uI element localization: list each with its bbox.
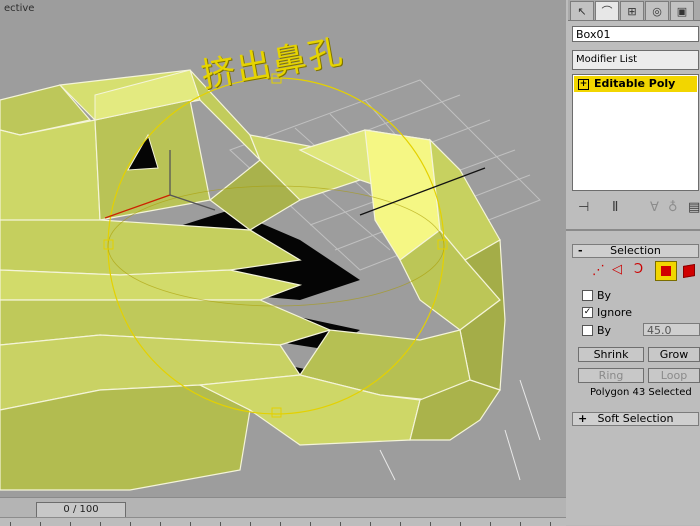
remove-modifier-icon[interactable]: ♁ bbox=[668, 200, 678, 215]
edge-icon[interactable]: ◁ bbox=[612, 262, 622, 277]
soft-selection-title: Soft Selection bbox=[597, 412, 674, 425]
pin-stack-icon[interactable]: ⊣ bbox=[578, 200, 589, 215]
stack-item-editable-poly[interactable]: + Editable Poly bbox=[574, 76, 697, 92]
configure-sets-icon[interactable]: ▤ bbox=[688, 200, 700, 215]
modifier-list-dropdown[interactable]: Modifier List bbox=[572, 50, 699, 70]
loop-button[interactable]: Loop bbox=[648, 368, 700, 383]
collapse-icon: - bbox=[578, 244, 583, 257]
hierarchy-icon[interactable]: ⊞ bbox=[620, 1, 644, 21]
by-angle-checkbox[interactable] bbox=[582, 325, 593, 336]
expand-icon: + bbox=[578, 412, 588, 425]
time-slider[interactable]: 0 / 100 bbox=[0, 497, 566, 526]
soft-selection-rollout-header[interactable]: + Soft Selection bbox=[572, 412, 699, 426]
border-icon[interactable]: Ↄ bbox=[634, 262, 643, 277]
by-vertex-checkbox[interactable] bbox=[582, 290, 593, 301]
command-tabs: ↖ ⌒ ⊞ ◎ ▣ bbox=[568, 0, 700, 21]
show-end-result-icon[interactable]: Ⅱ bbox=[612, 200, 618, 215]
selection-status: Polygon 43 Selected bbox=[590, 387, 692, 398]
display-icon[interactable]: ▣ bbox=[670, 1, 694, 21]
selection-title: Selection bbox=[610, 244, 661, 257]
vertex-icon[interactable]: ⋰ bbox=[592, 263, 605, 278]
select-arrow-icon[interactable]: ↖ bbox=[570, 1, 594, 21]
selection-rollout-header[interactable]: - Selection bbox=[572, 244, 699, 258]
perspective-viewport[interactable]: ective 挤出鼻孔 bbox=[0, 0, 567, 497]
make-unique-icon[interactable]: ∀ bbox=[650, 200, 659, 215]
by-angle-label: By bbox=[597, 324, 612, 337]
divider bbox=[566, 229, 700, 231]
element-icon[interactable] bbox=[683, 263, 695, 279]
by-vertex-label: By bbox=[597, 289, 612, 302]
ring-button[interactable]: Ring bbox=[578, 368, 644, 383]
modifier-stack[interactable]: + Editable Poly bbox=[572, 74, 699, 191]
angle-spinner[interactable]: 45.0 bbox=[643, 323, 700, 337]
ignore-backfacing-checkbox[interactable]: ✓ bbox=[582, 307, 593, 318]
grow-button[interactable]: Grow bbox=[648, 347, 700, 362]
motion-icon[interactable]: ◎ bbox=[645, 1, 669, 21]
stack-item-label: Editable Poly bbox=[594, 77, 676, 90]
viewport-label[interactable]: ective bbox=[4, 3, 34, 14]
modify-icon[interactable]: ⌒ bbox=[595, 1, 619, 21]
stack-toolbar: ⊣ Ⅱ ∀ ♁ ▤ bbox=[572, 198, 700, 218]
command-panel: ↖ ⌒ ⊞ ◎ ▣ Box01 Modifier List + Editable… bbox=[566, 0, 700, 525]
shrink-button[interactable]: Shrink bbox=[578, 347, 644, 362]
expand-icon[interactable]: + bbox=[578, 79, 589, 90]
polygon-icon[interactable] bbox=[655, 261, 677, 281]
ignore-backfacing-label: Ignore bbox=[597, 306, 632, 319]
object-name-field[interactable]: Box01 bbox=[572, 26, 699, 42]
frame-counter[interactable]: 0 / 100 bbox=[36, 502, 126, 518]
